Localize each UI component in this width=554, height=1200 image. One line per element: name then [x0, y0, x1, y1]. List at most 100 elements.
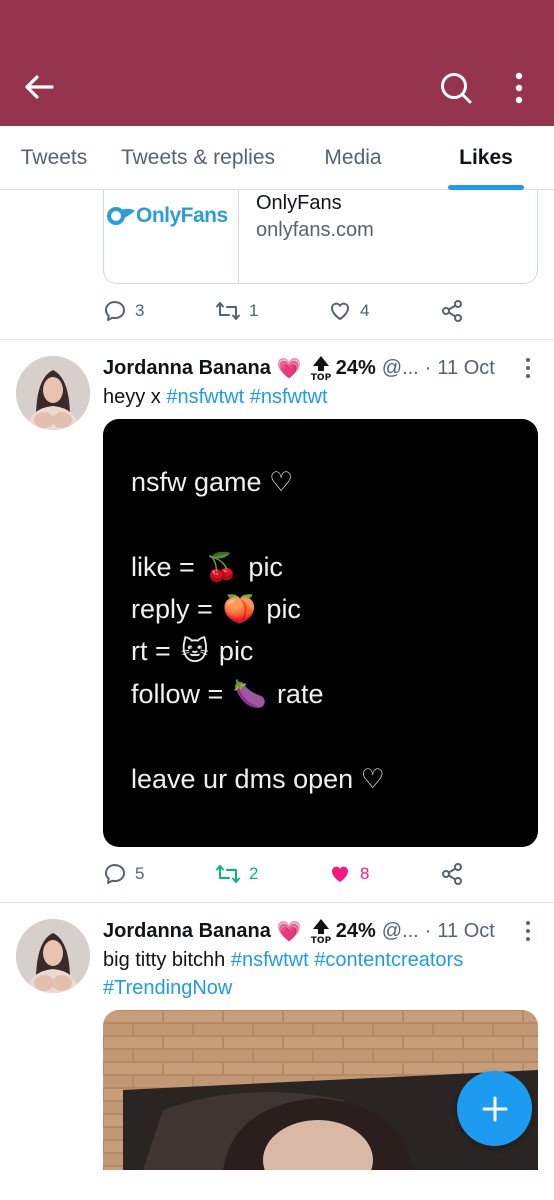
tweet[interactable]: Jordanna Banana 💗 TOP 24% @... · 11 Oct … — [0, 903, 554, 1200]
like-count: 8 — [360, 864, 370, 883]
arrow-left-icon — [25, 75, 54, 99]
cat-emoji: 🐱 — [180, 636, 209, 666]
svg-text:TOP: TOP — [311, 936, 332, 944]
profile-photo — [16, 356, 90, 430]
tweet-header: Jordanna Banana 💗 TOP 24% @... · 11 Oct — [103, 917, 495, 945]
media-line-text: pic — [266, 593, 301, 624]
tab-label: Tweets & replies — [120, 146, 276, 169]
media-line-text: rt = — [131, 636, 171, 666]
compose-button[interactable] — [457, 1071, 532, 1146]
back-button[interactable] — [22, 70, 56, 104]
hashtag-link[interactable]: #TrendingNow — [103, 977, 232, 999]
eggplant-emoji: 🍆 — [233, 679, 267, 709]
media-line-text: leave ur dms open ♡ — [131, 764, 385, 794]
media-text-line: follow = 🍆 rate — [131, 678, 323, 710]
tweet-actions: 5 2 8 — [103, 859, 483, 889]
top-rank-icon: TOP — [311, 356, 332, 381]
tweet-header: Jordanna Banana 💗 TOP 24% @... · 11 Oct — [103, 354, 495, 382]
hashtag-link[interactable]: #nsfwtwt — [166, 386, 244, 408]
link-card-title: OnlyFans — [256, 192, 342, 214]
display-name[interactable]: Jordanna Banana — [103, 920, 271, 943]
reply-icon — [105, 864, 125, 884]
media-line-text: nsfw game ♡ — [131, 467, 294, 497]
media-line-text: reply = — [131, 593, 213, 624]
tweet-text-plain: big titty bitchh — [103, 949, 226, 971]
handle: @... — [381, 356, 419, 379]
cherry-emoji: 🍒 — [204, 552, 239, 582]
reply-button[interactable]: 5 — [103, 859, 144, 889]
heart-filled-icon — [332, 866, 348, 882]
top-app-bar — [0, 0, 554, 126]
more-vertical-icon — [526, 358, 530, 378]
rank-percent: 24% — [335, 356, 376, 379]
plus-icon — [482, 1096, 507, 1121]
avatar[interactable] — [16, 356, 90, 430]
tab-media[interactable]: Media — [288, 126, 418, 190]
tweet-options-button[interactable] — [522, 356, 534, 380]
rank-percent: 24% — [335, 919, 376, 942]
tab-label: Likes — [459, 146, 513, 169]
hashtag-link[interactable]: #contentcreators — [314, 949, 463, 971]
media-text-line: rt = 🐱 pic — [131, 636, 253, 667]
search-button[interactable] — [438, 70, 474, 106]
tweet-options-button[interactable] — [522, 919, 534, 943]
onlyfans-logo-icon — [107, 207, 135, 225]
retweet-count: 2 — [249, 864, 259, 883]
tab-likes[interactable]: Likes — [418, 126, 554, 190]
svg-text:TOP: TOP — [311, 373, 332, 381]
profile-photo — [16, 919, 90, 993]
media-line-text: pic — [218, 636, 254, 666]
retweet-button[interactable]: 2 — [215, 859, 258, 889]
logo-text: OnlyFans — [136, 204, 228, 227]
reply-count: 3 — [135, 301, 145, 320]
media-line-text: pic — [248, 551, 283, 582]
avatar[interactable] — [16, 919, 90, 993]
heart-badge-emoji: 💗 — [276, 920, 302, 943]
tweet-date: 11 Oct — [437, 919, 495, 942]
tweet[interactable]: Jordanna Banana 💗 TOP 24% @... · 11 Oct … — [0, 340, 554, 902]
tab-label: Media — [324, 146, 382, 169]
media-line-text: like = — [131, 551, 195, 582]
link-card-domain: onlyfans.com — [256, 219, 374, 241]
link-card-thumbnail: OnlyFans — [104, 190, 239, 283]
tweet-date: 11 Oct — [437, 356, 495, 379]
retweet-icon — [216, 865, 240, 883]
tab-tweets-replies[interactable]: Tweets & replies — [108, 126, 288, 190]
tweet-actions: 3 1 4 — [103, 296, 483, 326]
tab-label: Tweets — [20, 146, 88, 169]
reply-count: 5 — [135, 864, 145, 883]
share-button[interactable] — [440, 296, 464, 326]
tweet-text: big titty bitchh #nsfwtwt #contentcreato… — [103, 946, 533, 1002]
separator-dot: · — [424, 919, 432, 942]
tweet-text: heyy x #nsfwtwt #nsfwtwt — [103, 383, 533, 411]
retweet-button[interactable]: 1 — [215, 296, 258, 326]
more-options-button[interactable] — [504, 70, 534, 106]
media-text-line: leave ur dms open ♡ — [131, 764, 385, 795]
more-vertical-icon — [515, 72, 523, 104]
like-count: 4 — [360, 301, 370, 320]
tweet-media-image[interactable]: nsfw game ♡ like = 🍒 pic reply = 🍑 pic rt = 🐱… — [103, 419, 538, 847]
tab-tweets[interactable]: Tweets — [0, 126, 108, 190]
search-icon — [441, 73, 472, 104]
hashtag-link[interactable]: #nsfwtwt — [250, 386, 328, 408]
separator-dot: · — [424, 356, 432, 379]
hashtag-link[interactable]: #nsfwtwt — [231, 949, 309, 971]
profile-tabs: Tweets Tweets & replies Media Likes — [0, 126, 554, 190]
heart-badge-emoji: 💗 — [276, 357, 302, 380]
media-text-line: reply = 🍑 pic — [131, 593, 301, 625]
like-button[interactable]: 8 — [328, 859, 369, 889]
display-name[interactable]: Jordanna Banana — [103, 357, 271, 380]
share-button[interactable] — [440, 859, 464, 889]
like-button[interactable]: 4 — [328, 296, 369, 326]
more-vertical-icon — [526, 921, 530, 941]
retweet-count: 1 — [249, 301, 259, 320]
media-line-text: rate — [276, 678, 324, 709]
onlyfans-logo: OnlyFans — [106, 204, 228, 228]
reply-icon — [105, 301, 125, 321]
share-icon — [442, 863, 462, 885]
top-rank-icon: TOP — [311, 919, 332, 944]
link-preview-card[interactable]: OnlyFans OnlyFans onlyfans.com — [103, 190, 538, 284]
share-icon — [442, 300, 462, 322]
handle: @... — [381, 919, 419, 942]
reply-button[interactable]: 3 — [103, 296, 144, 326]
